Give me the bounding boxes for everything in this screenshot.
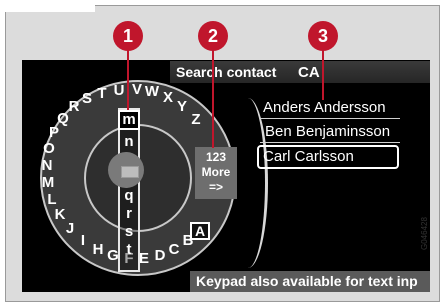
callout-1: 1 [113,21,143,51]
more-button[interactable]: 123 More => [195,147,237,199]
wheel-letter[interactable]: O [41,141,57,157]
wheel-letter[interactable]: V [129,82,145,98]
contact-item[interactable]: Anders Andersson [263,99,386,116]
wheel-letter[interactable]: N [39,158,55,174]
wheel-letter[interactable]: M [40,175,56,191]
envelope-icon [121,166,139,178]
search-contact-title: Search contact [176,64,277,80]
wheel-letter[interactable]: Z [188,112,204,128]
more-arrow: => [208,180,223,194]
contact-item[interactable]: Carl Carlsson [263,148,354,165]
contact-item[interactable]: Ben Benjaminsson [265,123,390,140]
wheel-letter[interactable]: P [46,125,62,141]
wheel-letter[interactable]: T [94,86,110,102]
mode-key[interactable]: A [190,222,210,240]
strip-letter[interactable]: q [118,188,140,204]
wheel-letter[interactable]: W [144,84,160,100]
strip-letter[interactable]: s [118,224,140,240]
more-line-123: 123 [205,150,227,164]
wheel-letter[interactable]: I [75,233,91,249]
callout-2: 2 [198,21,228,51]
search-input[interactable]: CA [298,64,320,81]
keypad-hint: Keypad also available for text inp [196,273,418,289]
callout-3: 3 [308,21,338,51]
figure-code: G046428 [420,217,429,250]
more-label: More [201,165,231,179]
strip-letter[interactable]: t [118,242,140,258]
strip-letter[interactable]: n [118,134,140,150]
strip-letter[interactable]: r [118,206,140,222]
wheel-letter[interactable]: U [111,83,127,99]
selected-letter[interactable]: m [118,110,140,130]
wheel-letter[interactable]: H [90,242,106,258]
